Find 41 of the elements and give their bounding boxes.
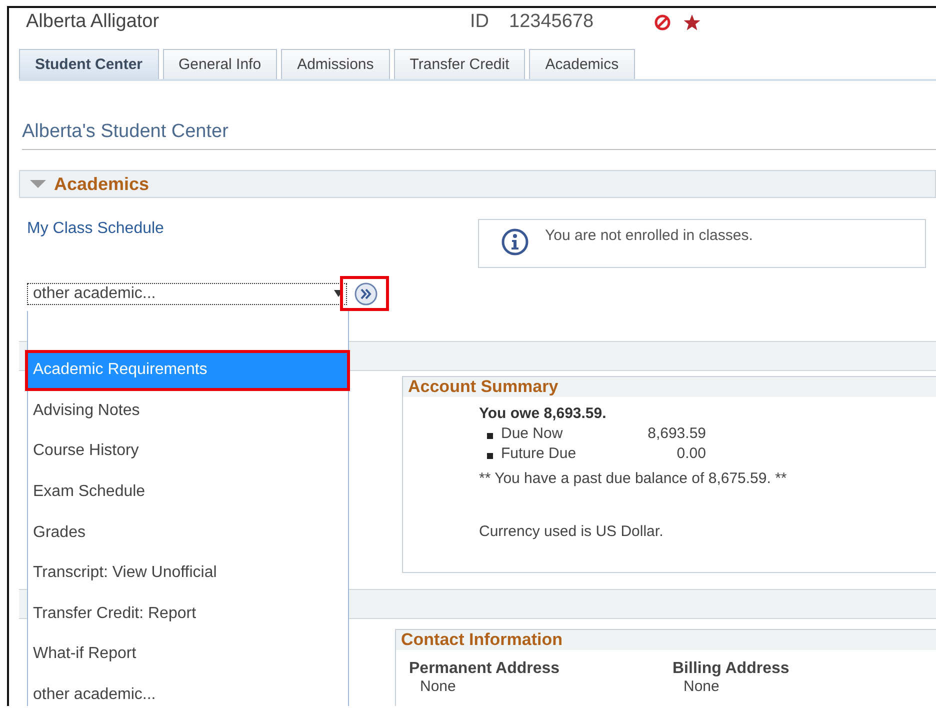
section-title: Academics: [54, 174, 150, 194]
id-value: 12345678: [509, 11, 594, 33]
tab[interactable]: Transfer Credit: [394, 49, 526, 79]
page-title: Alberta's Student Center: [22, 121, 936, 150]
dropdown-option[interactable]: Grades: [28, 512, 348, 553]
due-label: Due Now: [501, 425, 564, 442]
box-title: Contact Information: [401, 630, 562, 650]
dropdown-option[interactable]: Advising Notes: [28, 390, 348, 432]
dropdown-option[interactable]: What-if Report: [28, 634, 348, 675]
address-heading: Billing Address: [672, 660, 790, 678]
star-icon: [682, 14, 701, 30]
student-name: Alberta Alligator: [25, 11, 160, 33]
address-value: None: [419, 678, 457, 695]
box-title: Account Summary: [408, 377, 558, 397]
caret-icon: [334, 290, 343, 297]
prohibited-icon: [654, 14, 671, 30]
tab[interactable]: Academics: [529, 49, 635, 79]
address-value: None: [682, 678, 720, 695]
bullet-icon: [487, 432, 493, 438]
due-amount: 0.00: [676, 445, 706, 462]
dropdown-option[interactable]: other academic...: [28, 674, 348, 706]
bullet-icon: [487, 452, 493, 458]
dropdown-option[interactable]: Transcript: View Unofficial: [28, 552, 348, 594]
notice-text: You are not enrolled in classes.: [545, 227, 753, 244]
currency-text: Currency used is US Dollar.: [479, 523, 664, 540]
amount-owed: You owe 8,693.59.: [479, 405, 608, 422]
go-button[interactable]: [354, 282, 378, 306]
past-due-text: ** You have a past due balance of 8,675.59. **: [479, 470, 788, 487]
dropdown-option[interactable]: Course History: [28, 431, 348, 472]
due-amount: 8,693.59: [646, 425, 706, 442]
dropdown-option[interactable]: Exam Schedule: [28, 472, 348, 512]
tab[interactable]: Admissions: [281, 49, 390, 79]
info-icon: [501, 228, 529, 256]
tab[interactable]: General Info: [162, 49, 278, 79]
class-schedule-link[interactable]: My Class Schedule: [27, 220, 164, 238]
id-label: ID: [470, 11, 489, 33]
due-label: Future Due: [501, 445, 578, 462]
dropdown-option[interactable]: Transfer Credit: Report: [28, 594, 348, 634]
tab[interactable]: Student Center: [19, 49, 159, 79]
dropdown-select[interactable]: other academic...: [27, 282, 347, 304]
address-heading: Permanent Address: [409, 660, 561, 678]
